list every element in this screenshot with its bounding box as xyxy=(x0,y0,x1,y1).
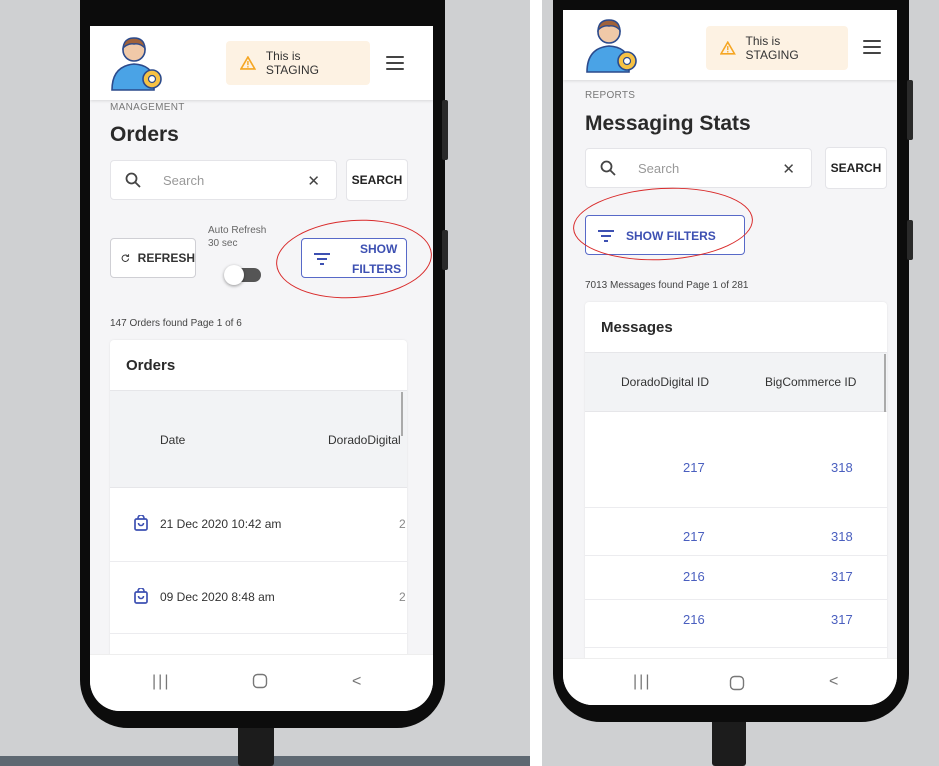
clear-search-icon[interactable]: ✕ xyxy=(782,160,795,178)
results-count: 7013 Messages found Page 1 of 281 xyxy=(585,280,749,291)
right-phone: This is STAGING REPORTS Messaging Stats … xyxy=(553,0,913,722)
toggle-knob xyxy=(224,265,244,285)
auto-refresh-title: Auto Refresh xyxy=(208,225,267,236)
android-nav-bar: ||| < xyxy=(90,654,433,711)
section-label: REPORTS xyxy=(585,90,636,101)
user-settings-avatar-icon[interactable] xyxy=(106,34,166,92)
show-filters-label: SHOW FILTERS xyxy=(626,229,716,243)
left-phone-screen: This is STAGING MANAGEMENT Orders Search… xyxy=(90,26,433,711)
doradodigital-id[interactable]: 216 xyxy=(683,612,705,627)
doradodigital-id[interactable]: 217 xyxy=(683,460,705,475)
orders-card: Orders Date DoradoDigital 21 Dec 2020 10… xyxy=(110,340,407,670)
order-id: 2 xyxy=(399,590,406,604)
back-button[interactable]: < xyxy=(352,673,361,691)
app-bar: This is STAGING xyxy=(90,26,433,100)
table-row[interactable]: 217 318 xyxy=(585,412,887,508)
show-filters-line1: SHOW xyxy=(360,242,398,256)
bigcommerce-id[interactable]: 318 xyxy=(831,529,853,544)
table-scrollbar[interactable] xyxy=(401,392,403,436)
home-button-icon[interactable] xyxy=(252,673,268,689)
column-header-doradodigital-id[interactable]: DoradoDigital ID xyxy=(621,375,709,389)
doradodigital-id[interactable]: 217 xyxy=(683,529,705,544)
column-header-doradodigital[interactable]: DoradoDigital xyxy=(328,433,401,447)
page-title: Messaging Stats xyxy=(585,112,751,135)
search-placeholder: Search xyxy=(638,161,680,176)
search-icon xyxy=(125,172,141,188)
table-row[interactable]: 09 Dec 2020 8:48 am 2 xyxy=(110,562,407,634)
doradodigital-id[interactable]: 216 xyxy=(683,569,705,584)
table-header: Date DoradoDigital xyxy=(110,390,407,488)
recent-apps-button[interactable]: ||| xyxy=(152,673,170,691)
android-nav-bar: ||| < xyxy=(563,658,897,705)
right-phone-side-button-2 xyxy=(907,220,913,260)
order-id: 2 xyxy=(399,517,406,531)
auto-refresh-toggle[interactable] xyxy=(224,265,261,285)
bigcommerce-id[interactable]: 317 xyxy=(831,569,853,584)
refresh-icon xyxy=(121,254,130,262)
table-row[interactable]: 21 Dec 2020 10:42 am 2 xyxy=(110,488,407,562)
right-phone-side-button xyxy=(907,80,913,140)
table-row[interactable]: 216 317 xyxy=(585,600,887,648)
card-title: Orders xyxy=(126,357,176,374)
table-header: DoradoDigital ID BigCommerce ID xyxy=(585,352,887,412)
search-button[interactable]: SEARCH xyxy=(346,159,408,201)
order-date: 21 Dec 2020 10:42 am xyxy=(160,517,282,531)
staging-banner: This is STAGING xyxy=(226,41,370,85)
staging-text: This is STAGING xyxy=(265,49,319,77)
search-icon xyxy=(600,160,616,176)
bigcommerce-id[interactable]: 317 xyxy=(831,612,853,627)
table-row[interactable]: 217 318 xyxy=(585,508,887,556)
show-filters-button[interactable]: SHOW FILTERS xyxy=(301,238,407,278)
card-title: Messages xyxy=(601,319,673,336)
refresh-button[interactable]: REFRESH xyxy=(110,238,196,278)
recent-apps-button[interactable]: ||| xyxy=(633,673,651,691)
user-settings-avatar-icon[interactable] xyxy=(581,16,641,74)
search-input[interactable]: Search ✕ xyxy=(110,160,337,200)
messages-card: Messages DoradoDigital ID BigCommerce ID… xyxy=(585,302,887,705)
back-button[interactable]: < xyxy=(829,673,838,691)
column-header-bigcommerce-id[interactable]: BigCommerce ID xyxy=(765,375,856,389)
shopping-bag-icon xyxy=(134,515,148,531)
search-button[interactable]: SEARCH xyxy=(825,147,887,189)
hamburger-menu-icon[interactable] xyxy=(863,40,881,54)
left-phone: This is STAGING MANAGEMENT Orders Search… xyxy=(80,0,448,728)
auto-refresh-label: Auto Refresh 30 sec xyxy=(208,224,266,250)
refresh-label: REFRESH xyxy=(137,251,195,265)
warning-icon xyxy=(720,41,736,55)
show-filters-button[interactable]: SHOW FILTERS xyxy=(585,215,745,255)
search-input[interactable]: Search ✕ xyxy=(585,148,812,188)
screenshot-canvas: This is STAGING MANAGEMENT Orders Search… xyxy=(0,0,939,766)
column-header-date[interactable]: Date xyxy=(160,433,185,447)
warning-icon xyxy=(240,56,256,70)
staging-text: This is STAGING xyxy=(745,34,799,62)
results-count: 147 Orders found Page 1 of 6 xyxy=(110,318,242,329)
shopping-bag-icon xyxy=(134,588,148,604)
section-label: MANAGEMENT xyxy=(110,102,185,113)
right-phone-screen: This is STAGING REPORTS Messaging Stats … xyxy=(563,10,897,705)
order-date: 09 Dec 2020 8:48 am xyxy=(160,590,275,604)
show-filters-line2: FILTERS xyxy=(352,262,402,276)
auto-refresh-interval: 30 sec xyxy=(208,238,238,249)
left-phone-side-button-2 xyxy=(442,230,448,270)
app-bar: This is STAGING xyxy=(563,10,897,80)
panel-divider xyxy=(530,0,542,766)
filter-icon xyxy=(314,253,330,265)
hamburger-menu-icon[interactable] xyxy=(386,56,404,70)
page-title: Orders xyxy=(110,123,179,146)
home-button-icon[interactable] xyxy=(729,675,745,691)
filter-icon xyxy=(598,230,614,242)
table-row[interactable]: 216 317 xyxy=(585,556,887,600)
staging-banner: This is STAGING xyxy=(706,26,848,70)
clear-search-icon[interactable]: ✕ xyxy=(307,172,320,190)
left-phone-side-button xyxy=(442,100,448,160)
search-placeholder: Search xyxy=(163,173,205,188)
bigcommerce-id[interactable]: 318 xyxy=(831,460,853,475)
